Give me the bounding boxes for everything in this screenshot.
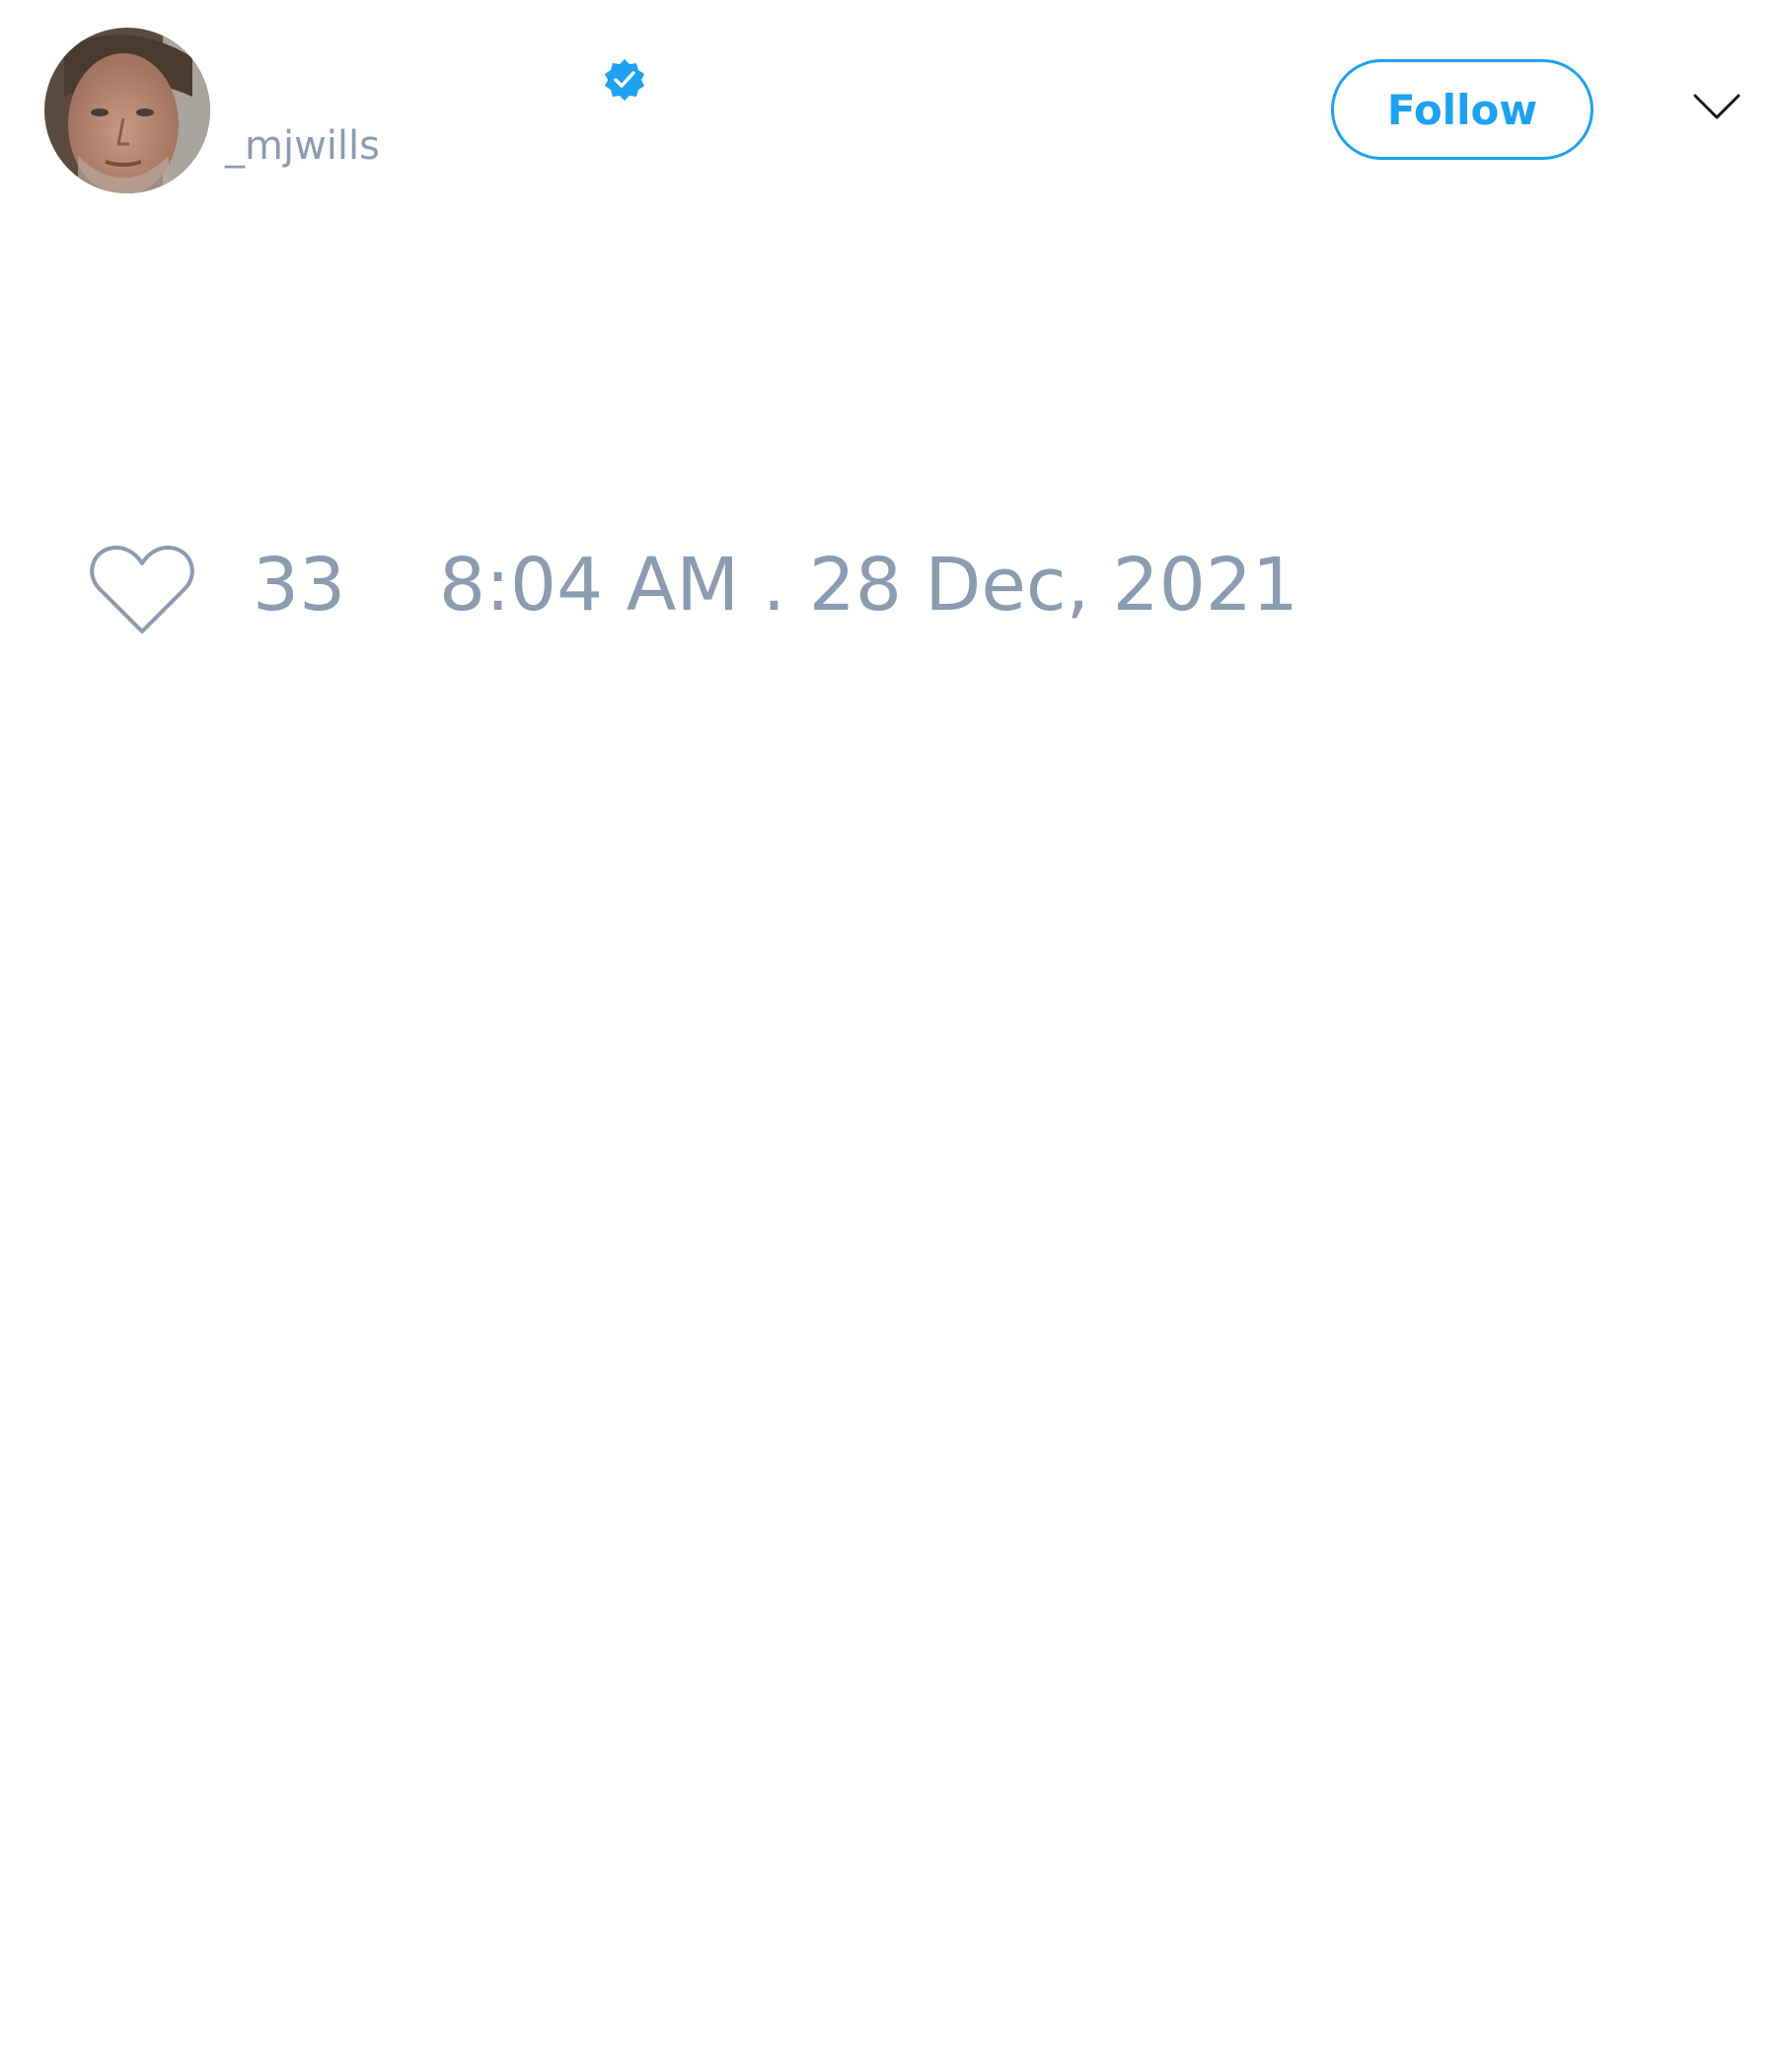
follow-button[interactable]: Follow <box>1331 59 1593 160</box>
author-handle[interactable]: _mjwills <box>225 126 380 166</box>
chevron-down-icon[interactable] <box>1693 93 1740 122</box>
like-count: 33 <box>253 543 346 628</box>
heart-icon[interactable] <box>90 544 194 636</box>
verified-badge-icon <box>602 57 647 103</box>
user-portrait-icon <box>44 28 210 193</box>
avatar[interactable] <box>44 28 210 193</box>
tweet-timestamp[interactable]: 8:04 AM . 28 Dec, 2021 <box>439 549 1298 622</box>
